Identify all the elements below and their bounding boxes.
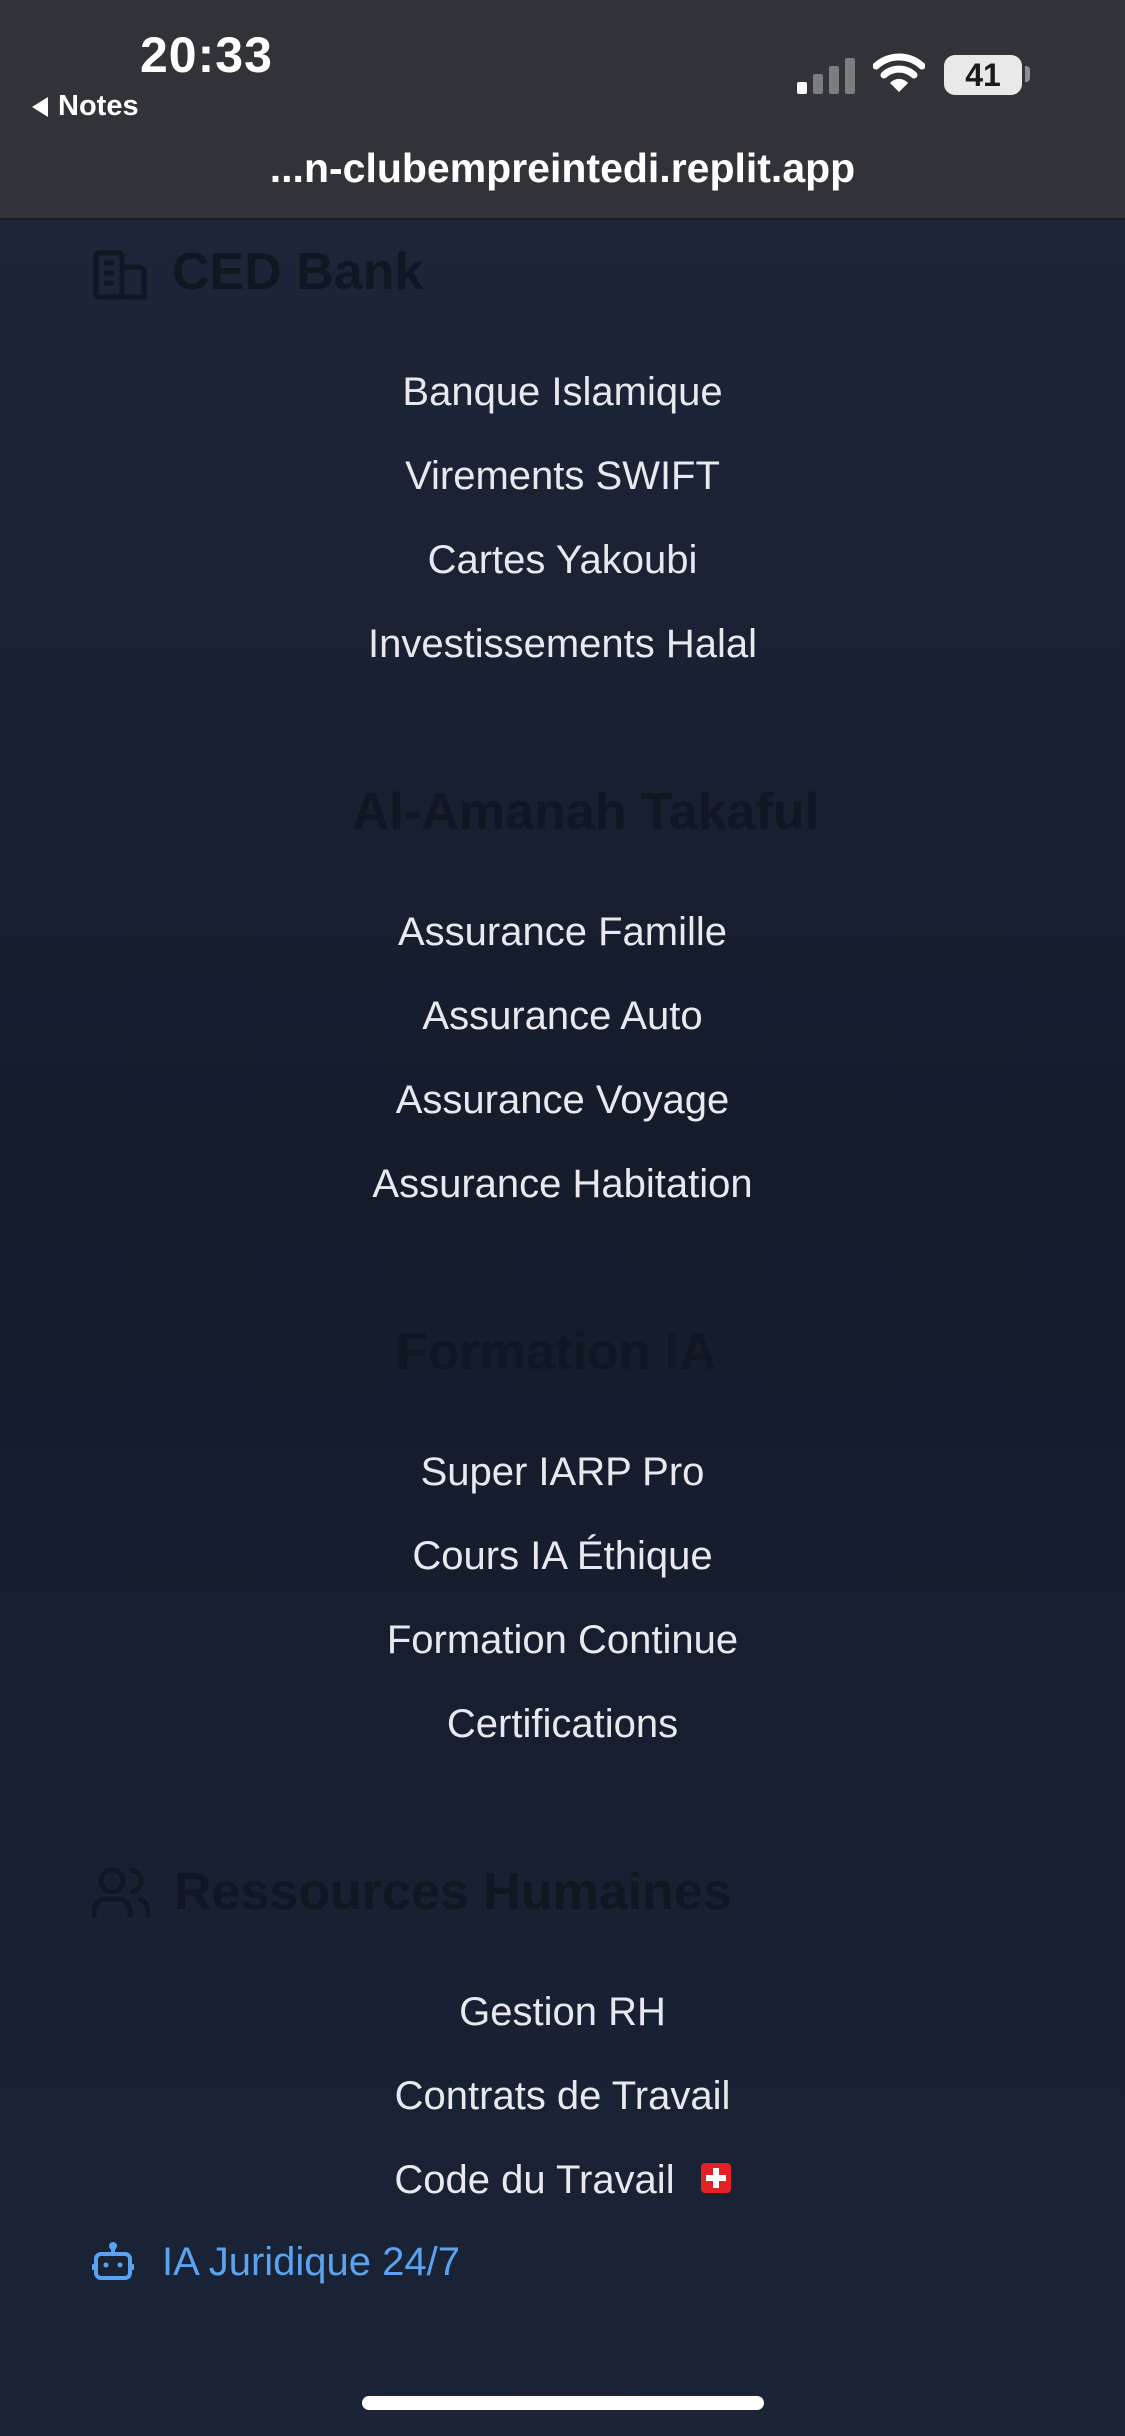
menu-item-assurance-auto[interactable]: Assurance Auto: [0, 994, 1125, 1039]
cellular-signal-icon: [797, 58, 855, 94]
menu-item-investissements-halal[interactable]: Investissements Halal: [0, 622, 1125, 667]
menu-item-code-du-travail[interactable]: Code du Travail: [0, 2158, 1125, 2203]
menu-item-super-iarp-pro[interactable]: Super IARP Pro: [0, 1450, 1125, 1495]
battery-level: 41: [965, 56, 1001, 93]
swiss-flag-icon: [700, 2163, 731, 2194]
back-label: Notes: [58, 90, 139, 122]
users-icon: [92, 1867, 150, 1917]
section-header-rh: Ressources Humaines: [92, 1862, 732, 1922]
menu-item-certifications[interactable]: Certifications: [0, 1702, 1125, 1747]
menu-item-code-du-travail-label: Code du Travail: [394, 2158, 675, 2202]
menu-item-assurance-habitation[interactable]: Assurance Habitation: [0, 1162, 1125, 1207]
menu-item-banque-islamique[interactable]: Banque Islamique: [0, 370, 1125, 415]
back-arrow-icon: [32, 96, 48, 117]
menu-item-formation-continue[interactable]: Formation Continue: [0, 1618, 1125, 1663]
section-title-formation: Formation IA: [396, 1323, 717, 1381]
back-to-notes[interactable]: Notes: [32, 90, 139, 123]
section-header-bank: CED Bank: [92, 242, 423, 302]
menu-item-cours-ia-ethique[interactable]: Cours IA Éthique: [0, 1534, 1125, 1579]
menu-item-cartes-yakoubi[interactable]: Cartes Yakoubi: [0, 538, 1125, 583]
building-icon: [93, 250, 147, 300]
status-time: 20:33: [140, 27, 273, 83]
section-header-takaful: Al-Amanah Takaful: [352, 782, 819, 842]
menu-item-contrats-de-travail[interactable]: Contrats de Travail: [0, 2074, 1125, 2119]
section-title-rh: Ressources Humaines: [174, 1863, 732, 1921]
ia-juridique-link[interactable]: IA Juridique 24/7: [92, 2240, 460, 2285]
section-header-formation: Formation IA: [396, 1322, 717, 1382]
battery-cap: [1025, 66, 1030, 82]
menu-item-assurance-famille[interactable]: Assurance Famille: [0, 910, 1125, 955]
section-title-takaful: Al-Amanah Takaful: [352, 783, 820, 841]
home-indicator[interactable]: [362, 2396, 764, 2410]
section-title-bank: CED Bank: [172, 243, 424, 301]
menu-item-virements-swift[interactable]: Virements SWIFT: [0, 454, 1125, 499]
wifi-icon: [873, 53, 925, 92]
menu-item-gestion-rh[interactable]: Gestion RH: [0, 1990, 1125, 2035]
menu-item-assurance-voyage[interactable]: Assurance Voyage: [0, 1078, 1125, 1123]
robot-icon: [92, 2241, 134, 2280]
browser-chrome: 20:33 Notes 41 ...n-clubempreintedi.repl…: [0, 0, 1125, 220]
url-bar[interactable]: ...n-clubempreintedi.replit.app: [0, 145, 1125, 192]
ia-juridique-label: IA Juridique 24/7: [162, 2240, 460, 2284]
battery-indicator: 41: [944, 55, 1022, 95]
